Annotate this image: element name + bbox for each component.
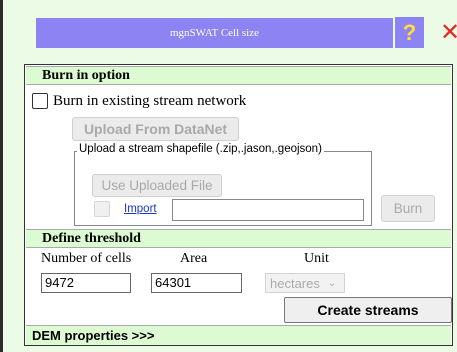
import-link[interactable]: Import bbox=[124, 203, 157, 215]
unit-label: Unit bbox=[304, 251, 329, 266]
number-of-cells-label: Number of cells bbox=[41, 251, 132, 266]
burn-in-checkbox[interactable] bbox=[32, 93, 48, 109]
unit-select[interactable]: hectares ⌄ bbox=[265, 273, 345, 293]
import-checkbox[interactable] bbox=[94, 201, 110, 217]
shapefile-upload-legend: Upload a stream shapefile (.zip,.jason,.… bbox=[77, 143, 324, 155]
chevron-down-icon: ⌄ bbox=[327, 277, 337, 289]
import-file-input[interactable] bbox=[172, 199, 364, 221]
settings-content: Burn in option Burn in existing stream n… bbox=[24, 64, 453, 346]
upload-from-datanet-button[interactable]: Upload From DataNet bbox=[72, 117, 239, 141]
unit-select-value: hectares bbox=[270, 275, 320, 291]
dem-properties-toggle[interactable]: DEM properties >>> bbox=[26, 325, 451, 345]
help-icon[interactable]: ? bbox=[395, 17, 424, 48]
area-label: Area bbox=[180, 251, 208, 266]
define-threshold-section-header: Define threshold bbox=[26, 229, 451, 248]
close-icon[interactable]: ✕ bbox=[440, 17, 457, 48]
burn-in-section-header: Burn in option bbox=[26, 66, 451, 85]
window-title-bar: mgnSWAT Cell size bbox=[36, 18, 393, 48]
cell-size-panel: mgnSWAT Cell size ? ✕ Burn in option Bur… bbox=[0, 0, 457, 352]
use-uploaded-file-button[interactable]: Use Uploaded File bbox=[92, 174, 222, 197]
area-input[interactable]: 64301 bbox=[151, 273, 242, 293]
number-of-cells-input[interactable]: 9472 bbox=[41, 273, 131, 293]
burn-button[interactable]: Burn bbox=[381, 195, 435, 222]
create-streams-button[interactable]: Create streams bbox=[284, 297, 452, 323]
burn-in-checkbox-label: Burn in existing stream network bbox=[53, 93, 247, 109]
window-title: mgnSWAT Cell size bbox=[169, 27, 259, 39]
